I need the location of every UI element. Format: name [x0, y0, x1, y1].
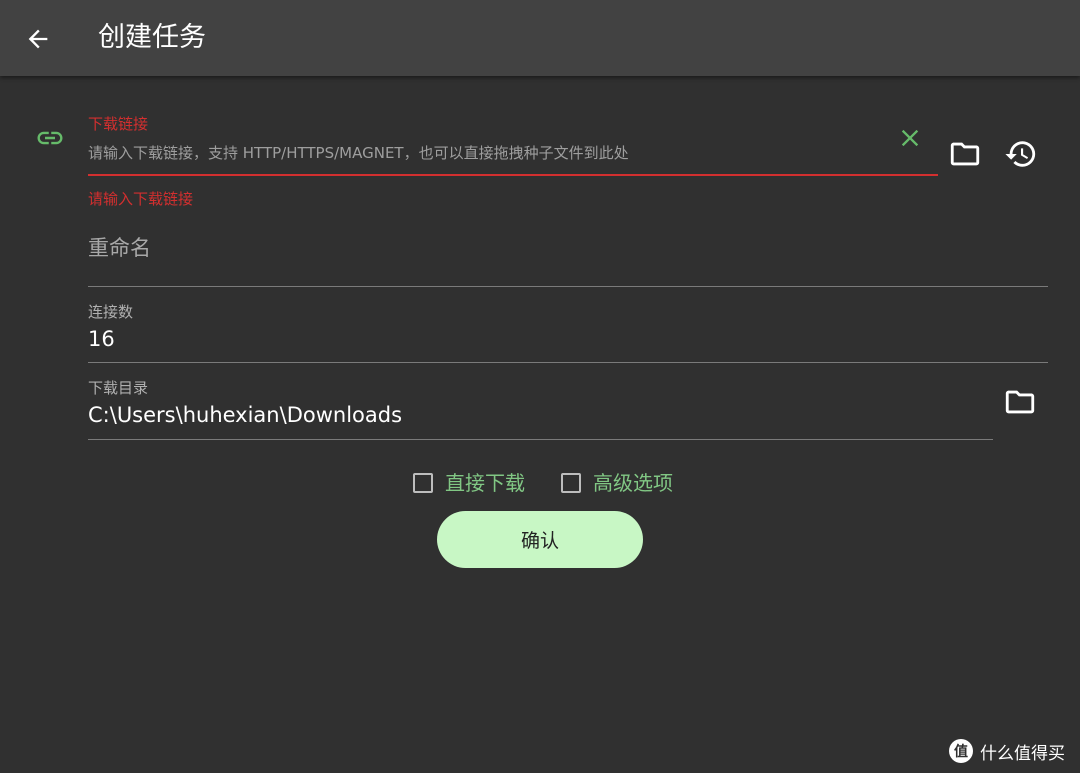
select-torrent-file-button[interactable] — [947, 138, 983, 170]
advanced-options-label: 高级选项 — [593, 471, 673, 495]
url-field-underline — [88, 174, 938, 176]
watermark: 值 什么值得买 — [948, 736, 1065, 766]
app-bar: 创建任务 — [0, 0, 1080, 76]
clear-url-button[interactable] — [894, 122, 926, 154]
arrow-back-icon — [28, 29, 48, 49]
url-input[interactable]: 请输入下载链接，支持 HTTP/HTTPS/MAGNET，也可以直接拖拽种子文件… — [88, 143, 629, 163]
history-icon — [1005, 141, 1036, 167]
advanced-options-checkbox[interactable]: 高级选项 — [561, 469, 673, 497]
url-error-text: 请输入下载链接 — [88, 190, 194, 208]
rename-field-underline — [88, 286, 1048, 287]
rename-input[interactable]: 重命名 — [88, 234, 151, 262]
direct-download-label: 直接下载 — [445, 471, 525, 495]
folder-icon — [950, 142, 980, 166]
download-directory-label: 下载目录 — [88, 379, 149, 397]
confirm-button[interactable]: 确认 — [437, 511, 643, 568]
checkbox-box[interactable] — [413, 473, 433, 493]
connections-input[interactable]: 16 — [88, 325, 115, 353]
close-icon — [901, 129, 919, 147]
select-directory-button[interactable] — [1002, 386, 1038, 418]
folder-icon — [1005, 390, 1035, 414]
direct-download-checkbox[interactable]: 直接下载 — [413, 469, 525, 497]
connections-field-underline — [88, 362, 1048, 363]
history-button[interactable] — [1003, 137, 1039, 171]
confirm-button-label: 确认 — [520, 530, 559, 552]
svg-text:值: 值 — [954, 743, 968, 760]
download-directory-input[interactable]: C:\Users\huhexian\Downloads — [88, 401, 402, 429]
watermark-logo-icon: 值 — [949, 739, 973, 763]
watermark-text: 什么值得买 — [980, 743, 1065, 764]
checkbox-box[interactable] — [561, 473, 581, 493]
url-field-label: 下载链接 — [88, 115, 149, 133]
connections-label: 连接数 — [88, 303, 134, 321]
back-button[interactable] — [20, 22, 56, 56]
link-icon — [34, 124, 66, 152]
page-title: 创建任务 — [98, 22, 206, 53]
directory-field-underline — [88, 439, 993, 440]
